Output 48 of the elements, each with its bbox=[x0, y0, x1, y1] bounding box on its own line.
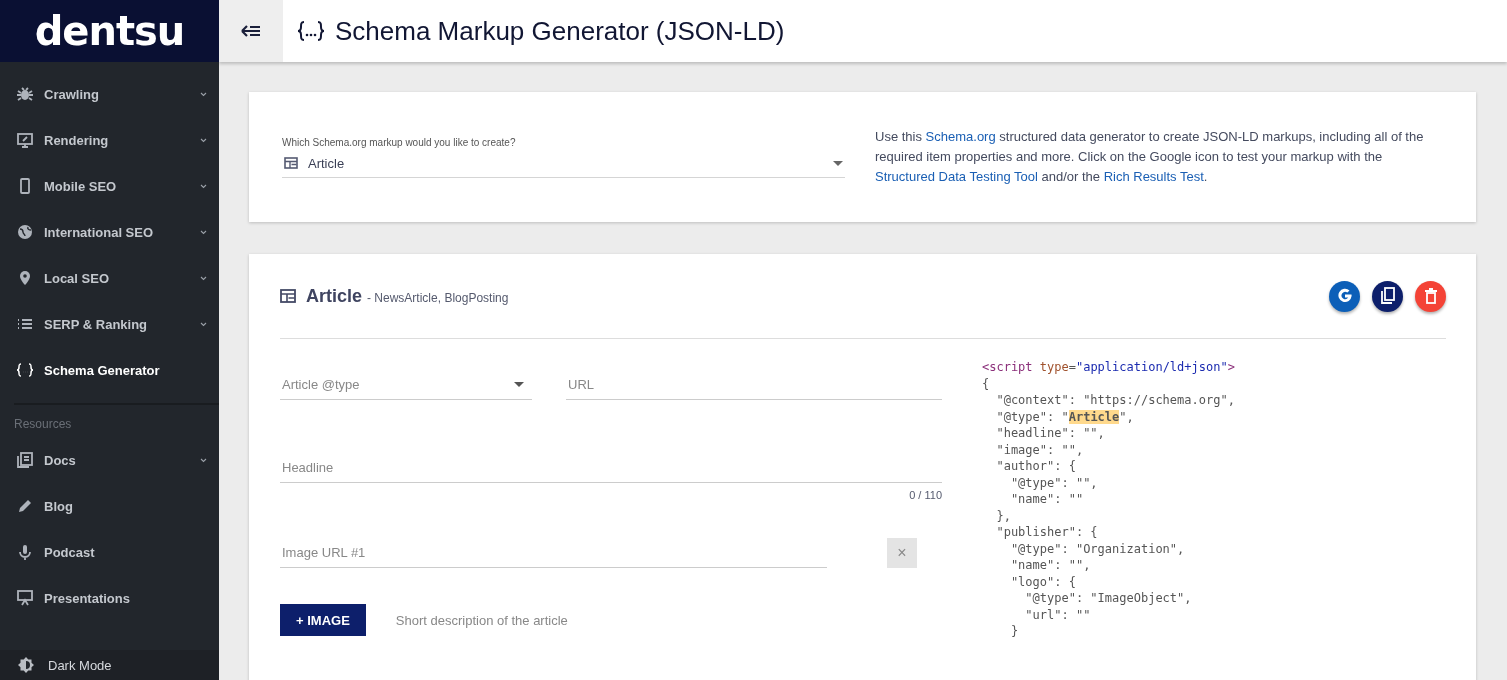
copy-icon bbox=[1379, 287, 1396, 305]
google-icon bbox=[1335, 287, 1354, 305]
easel-icon bbox=[16, 589, 34, 607]
brightness-icon bbox=[18, 657, 34, 673]
documents-icon bbox=[16, 451, 34, 469]
bug-icon bbox=[16, 85, 34, 103]
type-select[interactable]: Article @type bbox=[280, 369, 532, 400]
intro-paragraph: Use this Schema.org structured data generator to create JSON-LD markups, including all of the required item properties and more. Click on the Google icon to test your markup with the Structured Data Testing Tool and/or the Rich Results Test. bbox=[875, 128, 1425, 186]
add-image-button[interactable]: + IMAGE bbox=[280, 604, 366, 636]
json-ld-code: <script type="application/ld+json"> { "@context": "https://schema.org", "@type": "Article", "headline": "", "image": "", "author": { "@type": "", "name": "" }, "publisher": { "@type": "Organization", "name": "", "logo": { "@type": "ImageObject", "url": "" } bbox=[982, 359, 1235, 640]
sidebar-item[interactable]: Docs bbox=[0, 437, 219, 483]
article-icon bbox=[280, 289, 296, 303]
dark-mode-toggle[interactable]: Dark Mode bbox=[0, 650, 219, 680]
microphone-icon bbox=[16, 543, 34, 561]
sidebar-item[interactable]: Mobile SEO bbox=[0, 163, 219, 209]
sidebar-item[interactable]: Blog bbox=[0, 483, 219, 529]
globe-icon bbox=[16, 223, 34, 241]
character-counter: 0 / 110 bbox=[909, 489, 942, 501]
link[interactable]: Schema.org bbox=[925, 129, 996, 144]
schema-type-select[interactable]: Article bbox=[282, 155, 845, 178]
sidebar-item[interactable]: International SEO bbox=[0, 209, 219, 255]
caret-icon bbox=[514, 381, 524, 387]
sidebar-item[interactable]: Podcast bbox=[0, 529, 219, 575]
collapse-sidebar-button[interactable] bbox=[219, 0, 283, 62]
monitor-icon bbox=[16, 131, 34, 149]
sidebar-item[interactable]: Rendering bbox=[0, 117, 219, 163]
braces-icon bbox=[16, 361, 34, 379]
section-label: Resources bbox=[13, 416, 73, 433]
delete-button[interactable] bbox=[1415, 280, 1446, 312]
caret-icon bbox=[833, 160, 843, 166]
page-title: Schema Markup Generator (JSON-LD) bbox=[335, 15, 785, 47]
google-test-button[interactable] bbox=[1329, 280, 1360, 312]
schema-title: Article bbox=[306, 285, 363, 307]
article-icon bbox=[284, 157, 298, 169]
pencil-icon bbox=[16, 497, 34, 515]
copy-button[interactable] bbox=[1372, 280, 1403, 312]
sidebar-item[interactable]: SERP & Ranking bbox=[0, 301, 219, 347]
braces-icon bbox=[297, 19, 325, 43]
schema-subtitle: - NewsArticle, BlogPosting bbox=[367, 290, 509, 305]
sidebar-item[interactable]: Presentations bbox=[0, 575, 219, 621]
dentsu-logo[interactable]: dentsu bbox=[0, 0, 219, 62]
link[interactable]: Structured Data Testing Tool bbox=[875, 169, 1038, 184]
link[interactable]: Rich Results Test bbox=[1103, 169, 1204, 184]
sidebar-item[interactable]: Crawling bbox=[0, 71, 219, 117]
sidebar-item[interactable]: Local SEO bbox=[0, 255, 219, 301]
trash-icon bbox=[1423, 288, 1438, 304]
sidebar-item[interactable]: Schema Generator bbox=[0, 347, 219, 393]
field-label: Which Schema.org markup would you like to create? bbox=[282, 136, 517, 148]
